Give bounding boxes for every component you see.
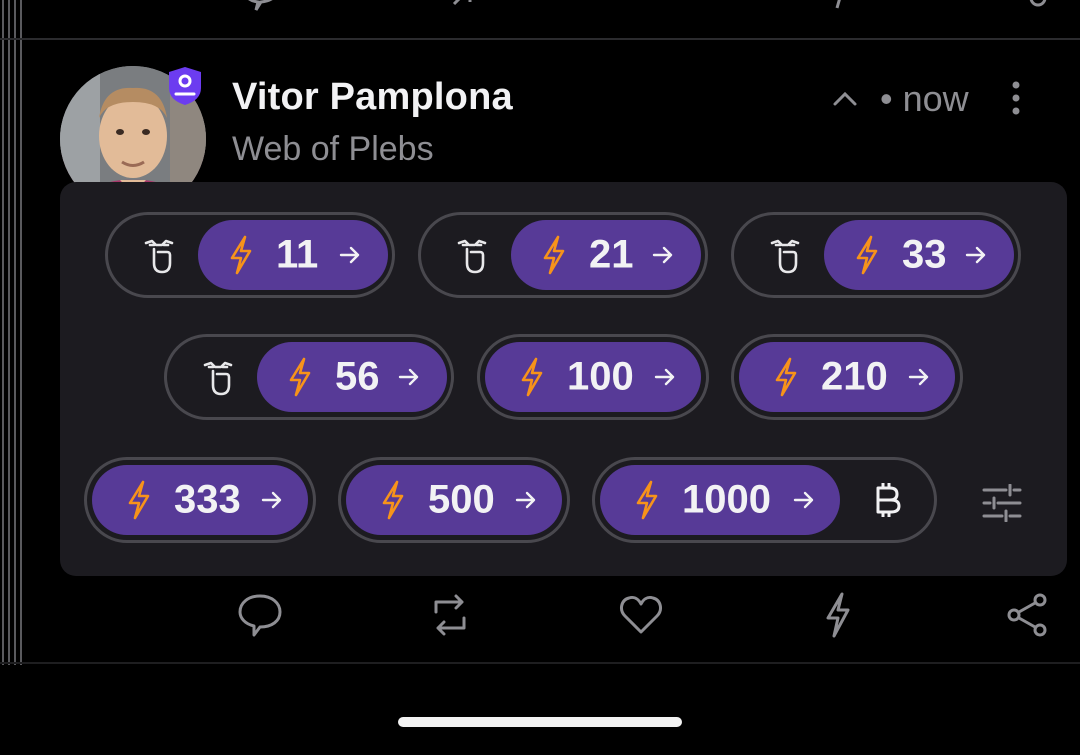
zap-amount-chip[interactable]: 100 bbox=[485, 342, 701, 412]
divider bbox=[0, 662, 1080, 664]
author-handle: Web of Plebs bbox=[232, 130, 434, 168]
zap-option-333[interactable]: 333 bbox=[84, 457, 316, 543]
zap-amount: 210 bbox=[821, 354, 888, 399]
zap-amount: 56 bbox=[335, 354, 380, 399]
lightning-icon bbox=[856, 235, 878, 275]
repost-icon[interactable] bbox=[430, 0, 476, 12]
zap-amount-chip[interactable]: 56 bbox=[257, 342, 447, 412]
divider bbox=[0, 38, 1080, 40]
zap-amount-chip[interactable]: 11 bbox=[198, 220, 388, 290]
thread-line bbox=[14, 0, 16, 665]
share-icon[interactable] bbox=[1004, 592, 1052, 638]
thread-line bbox=[8, 0, 10, 665]
more-options-icon[interactable] bbox=[1005, 80, 1027, 116]
zap-option-500[interactable]: 500 bbox=[338, 457, 570, 543]
previous-post-actions bbox=[0, 0, 1080, 12]
lightning-icon bbox=[521, 357, 543, 397]
arrow-right-icon bbox=[398, 368, 419, 386]
arrow-right-icon bbox=[793, 491, 814, 509]
lightning-icon bbox=[636, 480, 658, 520]
zap-amount: 333 bbox=[174, 477, 241, 522]
zap-option-1000[interactable]: 1000 bbox=[592, 457, 937, 543]
zap-amount-chip[interactable]: 333 bbox=[92, 465, 308, 535]
author-name[interactable]: Vitor Pamplona bbox=[232, 76, 513, 119]
arrow-right-icon bbox=[515, 491, 536, 509]
zap-option-100[interactable]: 100 bbox=[477, 334, 709, 420]
thread-line bbox=[2, 0, 4, 665]
reply-icon[interactable] bbox=[238, 0, 284, 12]
arrow-right-icon bbox=[965, 246, 986, 264]
touch-hand-icon bbox=[457, 239, 487, 274]
share-icon[interactable] bbox=[1016, 0, 1050, 12]
like-icon[interactable] bbox=[617, 592, 665, 638]
zap-icon[interactable] bbox=[814, 592, 862, 638]
arrow-right-icon bbox=[908, 368, 929, 386]
tune-icon[interactable] bbox=[982, 484, 1022, 522]
arrow-right-icon bbox=[654, 368, 675, 386]
lightning-icon bbox=[289, 357, 311, 397]
zap-amount: 21 bbox=[589, 232, 634, 277]
zap-option-21[interactable]: 21 bbox=[418, 212, 708, 298]
zap-option-11[interactable]: 11 bbox=[105, 212, 395, 298]
arrow-right-icon bbox=[652, 246, 673, 264]
arrow-right-icon bbox=[339, 246, 360, 264]
arrow-right-icon bbox=[261, 491, 282, 509]
zap-amount-chip[interactable]: 33 bbox=[824, 220, 1014, 290]
thread-line bbox=[20, 0, 22, 665]
chevron-up-icon[interactable] bbox=[830, 84, 860, 114]
zap-amount: 33 bbox=[902, 232, 947, 277]
lightning-icon bbox=[230, 235, 252, 275]
zap-amount: 1000 bbox=[682, 477, 771, 522]
zap-amount: 100 bbox=[567, 354, 634, 399]
zap-amount: 500 bbox=[428, 477, 495, 522]
zap-option-56[interactable]: 56 bbox=[164, 334, 454, 420]
zap-icon[interactable] bbox=[825, 0, 855, 12]
zap-amount-chip[interactable]: 500 bbox=[346, 465, 562, 535]
zap-amount-chip[interactable]: 210 bbox=[739, 342, 955, 412]
zap-option-210[interactable]: 210 bbox=[731, 334, 963, 420]
lightning-icon bbox=[543, 235, 565, 275]
touch-hand-icon bbox=[770, 239, 800, 274]
zap-amount-chip[interactable]: 21 bbox=[511, 220, 701, 290]
touch-hand-icon bbox=[144, 239, 174, 274]
reply-icon[interactable] bbox=[236, 592, 284, 638]
gesture-navigation-bar[interactable] bbox=[398, 717, 682, 727]
zap-amount-chip[interactable]: 1000 bbox=[600, 465, 840, 535]
lightning-icon bbox=[382, 480, 404, 520]
post-time: • now bbox=[880, 78, 969, 119]
verified-badge-icon bbox=[169, 67, 201, 105]
bitcoin-icon bbox=[876, 483, 901, 517]
lightning-icon bbox=[775, 357, 797, 397]
touch-hand-icon bbox=[203, 361, 233, 396]
lightning-icon bbox=[128, 480, 150, 520]
like-icon[interactable] bbox=[620, 0, 666, 12]
zap-amount: 11 bbox=[276, 232, 319, 277]
zap-option-33[interactable]: 33 bbox=[731, 212, 1021, 298]
repost-icon[interactable] bbox=[426, 592, 474, 638]
